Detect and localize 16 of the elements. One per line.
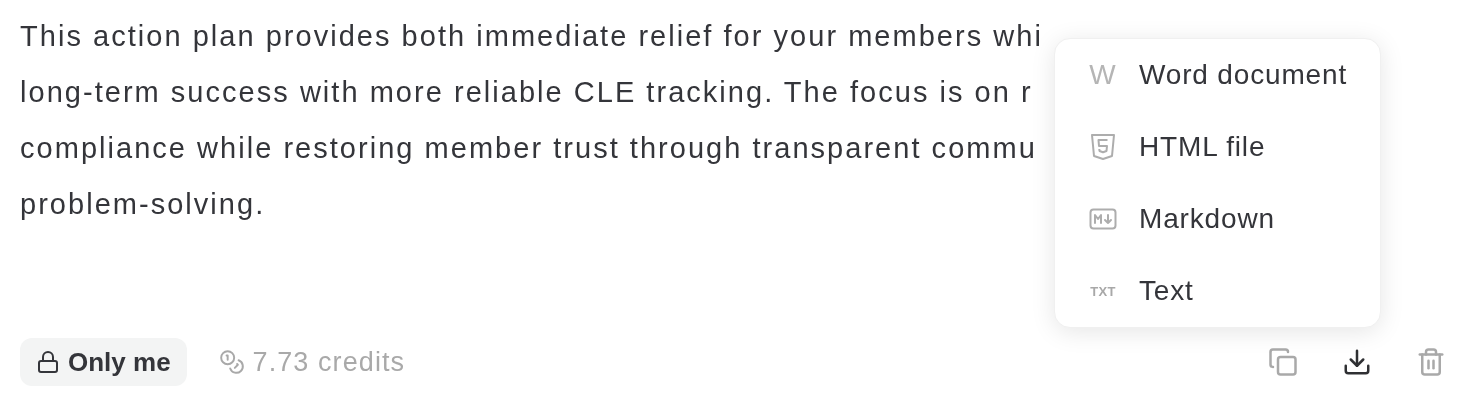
word-icon: W xyxy=(1089,61,1117,89)
message-text-line: problem-solving. xyxy=(20,187,266,222)
markdown-icon xyxy=(1089,208,1117,230)
menu-item[interactable]: W Word document xyxy=(1055,39,1380,111)
txt-icon: TXT xyxy=(1089,284,1117,298)
menu-item[interactable]: HTML file xyxy=(1055,111,1380,183)
menu-item[interactable]: TXT Text xyxy=(1055,255,1380,327)
message-text-line: compliance while restoring member trust through transparent commu xyxy=(20,131,1037,166)
menu-item[interactable]: Markdown xyxy=(1055,183,1380,255)
credits-text: 7.73 credits xyxy=(252,345,406,379)
visibility-button[interactable]: Only me xyxy=(20,338,187,386)
message-text-line: This action plan provides both immediate relief for your members whi xyxy=(20,19,1043,54)
lock-icon xyxy=(36,350,60,374)
html5-icon xyxy=(1090,133,1116,161)
coins-icon xyxy=(218,349,245,375)
message-text-line: long-term success with more reliable CLE tracking. The focus is on r xyxy=(20,75,1033,110)
